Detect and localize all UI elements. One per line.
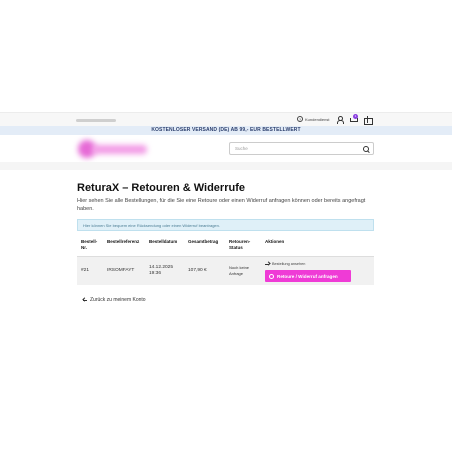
store-logo[interactable] [76, 138, 151, 160]
request-return-button[interactable]: Retoure / Widerruf anfragen [265, 270, 351, 282]
header-total: Gesamtbetrag [188, 239, 219, 244]
cell-return-status: Noch keine Anfrage [229, 265, 250, 276]
orders-table: Bestell-Nr. Bestellreferenz Bestelldatum… [77, 237, 374, 285]
table-header-row: Bestell-Nr. Bestellreferenz Bestelldatum… [77, 237, 374, 256]
info-notice: Hier können Sie bequem eine Rücksendung … [77, 219, 374, 231]
table-row: #21 IRSOMFAYT 14.12.2025 19:36 107,90 € … [77, 256, 374, 285]
user-account-icon[interactable] [336, 116, 344, 124]
cell-total: 107,90 € [188, 268, 207, 273]
header-actions: Aktionen [265, 239, 285, 244]
customer-service-link[interactable]: ? Kundendienst [297, 116, 329, 122]
arrow-right-icon [265, 262, 270, 266]
logo-blur-wordmark [92, 145, 147, 154]
header-icons: 1 [336, 114, 373, 125]
shipping-banner: KOSTENLOSER VERSAND (DE) AB 99,- EUR BES… [0, 126, 452, 135]
header-order-reference: Bestellreferenz [107, 239, 140, 244]
request-return-label: Retoure / Widerruf anfragen [277, 273, 338, 279]
page-title: ReturaX – Retouren & Widerrufe [77, 182, 245, 194]
header-return-status: Retouren-Status [229, 239, 251, 250]
customer-service-label: Kundendienst [305, 116, 330, 122]
back-to-account-label: Zurück zu meinem Konto [90, 297, 146, 303]
search-placeholder: Suche [235, 146, 248, 151]
header-order-number: Bestell-Nr. [81, 239, 98, 250]
view-order-label: Bestellung ansehen [272, 262, 306, 266]
search-field[interactable]: Suche [229, 142, 374, 155]
main-nav-bar [0, 162, 452, 170]
cart-count-badge: 1 [353, 114, 358, 119]
back-to-account-link[interactable]: Zurück zu meinem Konto [82, 297, 146, 303]
cell-order-number: #21 [81, 268, 90, 273]
cell-order-date: 14.12.2025 19:36 [149, 265, 174, 276]
header-order-date: Bestelldatum [149, 239, 178, 244]
blurred-top-link[interactable] [76, 119, 116, 122]
view-order-link[interactable]: Bestellung ansehen [265, 262, 305, 266]
search-icon[interactable] [363, 146, 369, 152]
arrow-left-icon [82, 298, 87, 302]
question-circle-icon: ? [297, 116, 303, 122]
gift-icon[interactable] [364, 116, 373, 125]
return-icon [269, 273, 274, 279]
cell-order-reference: IRSOMFAYT [107, 268, 135, 273]
top-utility-bar: ? Kundendienst 1 [0, 112, 452, 126]
cart-icon[interactable]: 1 [350, 114, 358, 123]
page-intro: Hier sehen Sie alle Bestellungen, für di… [77, 198, 366, 212]
